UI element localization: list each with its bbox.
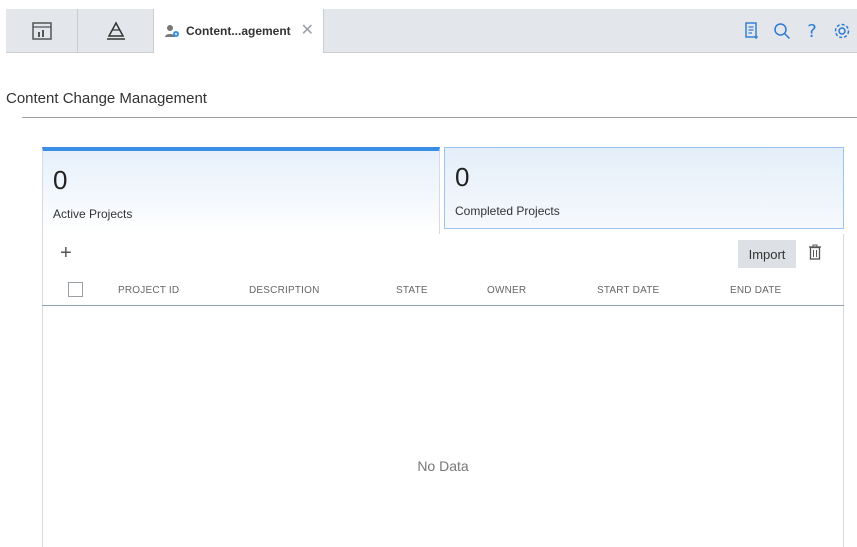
tab-strip: Content...agement ✕ xyxy=(6,9,857,53)
task-list-button[interactable] xyxy=(737,22,767,40)
title-divider xyxy=(22,117,857,118)
search-icon xyxy=(774,23,791,40)
completed-projects-card[interactable]: 0 Completed Projects xyxy=(444,147,844,229)
top-actions: ? xyxy=(737,9,857,53)
active-projects-card[interactable]: 0 Active Projects xyxy=(42,147,440,234)
column-state[interactable]: STATE xyxy=(396,285,428,296)
close-icon[interactable]: ✕ xyxy=(301,23,314,39)
select-all-checkbox[interactable] xyxy=(68,282,83,297)
column-owner[interactable]: OWNER xyxy=(487,285,526,296)
help-button[interactable]: ? xyxy=(797,21,827,42)
tab-hierarchy[interactable] xyxy=(78,9,154,52)
import-button[interactable]: Import xyxy=(738,240,796,268)
active-projects-label: Active Projects xyxy=(53,207,133,221)
tab-label: Content...agement xyxy=(186,24,291,38)
tab-dashboard[interactable] xyxy=(6,9,78,52)
search-button[interactable] xyxy=(767,22,797,40)
settings-button[interactable] xyxy=(827,22,857,40)
top-bar: Content...agement ✕ ? xyxy=(0,0,857,53)
grid-header: PROJECT ID DESCRIPTION STATE OWNER START… xyxy=(42,275,844,306)
help-icon: ? xyxy=(807,20,817,42)
column-end-date[interactable]: END DATE xyxy=(730,285,781,296)
trash-icon xyxy=(809,244,821,260)
completed-projects-count: 0 xyxy=(455,162,470,192)
pyramid-icon xyxy=(106,20,125,40)
column-project-id[interactable]: PROJECT ID xyxy=(118,285,179,296)
delete-button[interactable] xyxy=(808,244,822,265)
empty-state-text: No Data xyxy=(417,458,469,474)
user-settings-icon xyxy=(165,25,179,37)
active-projects-count: 0 xyxy=(53,165,68,195)
completed-projects-label: Completed Projects xyxy=(455,204,560,218)
tab-content-change-management[interactable]: Content...agement ✕ xyxy=(154,9,324,53)
gear-icon xyxy=(834,23,850,39)
add-project-button[interactable]: + xyxy=(60,243,72,263)
page-title: Content Change Management xyxy=(6,90,207,107)
dashboard-icon xyxy=(31,21,52,40)
column-description[interactable]: DESCRIPTION xyxy=(249,285,320,296)
column-start-date[interactable]: START DATE xyxy=(597,285,659,296)
document-list-icon xyxy=(745,22,758,39)
